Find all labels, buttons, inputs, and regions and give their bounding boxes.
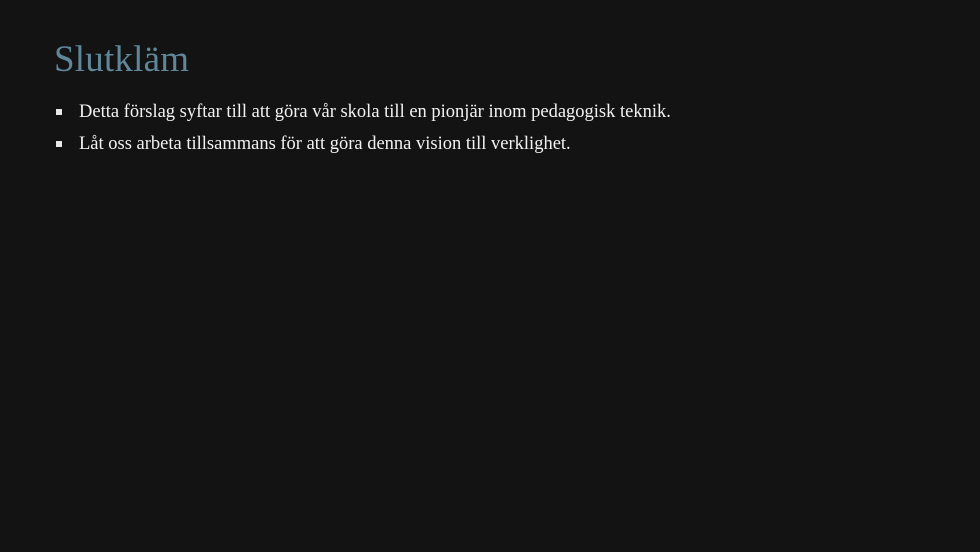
bullet-text: Detta förslag syftar till att göra vår s… xyxy=(79,102,671,122)
presentation-slide: Slutkläm Detta förslag syftar till att g… xyxy=(0,0,980,552)
bullet-list: Detta förslag syftar till att göra vår s… xyxy=(56,100,671,164)
square-bullet-icon xyxy=(56,141,62,147)
bullet-item: Detta förslag syftar till att göra vår s… xyxy=(56,100,671,132)
bullet-text: Låt oss arbeta tillsammans för att göra … xyxy=(79,134,571,154)
square-bullet-icon xyxy=(56,109,62,115)
bullet-item: Låt oss arbeta tillsammans för att göra … xyxy=(56,132,671,164)
slide-title: Slutkläm xyxy=(54,39,190,80)
